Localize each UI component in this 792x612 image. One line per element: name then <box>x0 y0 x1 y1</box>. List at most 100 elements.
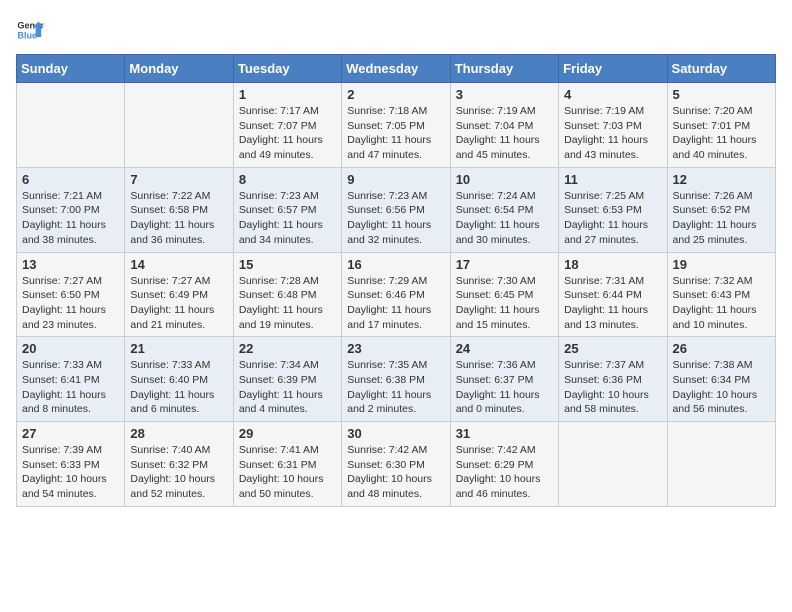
weekday-header: Wednesday <box>342 55 450 83</box>
day-number: 4 <box>564 87 661 102</box>
calendar-cell <box>667 422 775 507</box>
day-number: 31 <box>456 426 553 441</box>
day-info: Sunrise: 7:27 AM Sunset: 6:49 PM Dayligh… <box>130 274 227 333</box>
day-number: 20 <box>22 341 119 356</box>
calendar-cell: 28 Sunrise: 7:40 AM Sunset: 6:32 PM Dayli… <box>125 422 233 507</box>
calendar-cell: 10Sunrise: 7:24 AM Sunset: 6:54 PM Dayli… <box>450 167 558 252</box>
day-number: 23 <box>347 341 444 356</box>
day-info: Sunrise: 7:33 AM Sunset: 6:40 PM Dayligh… <box>130 358 227 417</box>
day-number: 5 <box>673 87 770 102</box>
calendar-cell: 4 Sunrise: 7:19 AM Sunset: 7:03 PM Daylig… <box>559 83 667 168</box>
calendar-cell: 18 Sunrise: 7:31 AM Sunset: 6:44 PM Dayli… <box>559 252 667 337</box>
calendar-week-row: 27 Sunrise: 7:39 AM Sunset: 6:33 PM Dayli… <box>17 422 776 507</box>
svg-text:Blue: Blue <box>17 30 37 40</box>
calendar-cell: 12 Sunrise: 7:26 AM Sunset: 6:52 PM Dayli… <box>667 167 775 252</box>
day-info: Sunrise: 7:37 AM Sunset: 6:36 PM Dayligh… <box>564 358 661 417</box>
day-info: Sunrise: 7:38 AM Sunset: 6:34 PM Dayligh… <box>673 358 770 417</box>
day-info: Sunrise: 7:29 AM Sunset: 6:46 PM Dayligh… <box>347 274 444 333</box>
calendar-cell: 17Sunrise: 7:30 AM Sunset: 6:45 PM Dayli… <box>450 252 558 337</box>
calendar-cell: 1 Sunrise: 7:17 AM Sunset: 7:07 PM Daylig… <box>233 83 341 168</box>
day-number: 30 <box>347 426 444 441</box>
day-info: Sunrise: 7:17 AM Sunset: 7:07 PM Dayligh… <box>239 104 336 163</box>
day-info: Sunrise: 7:23 AM Sunset: 6:56 PM Dayligh… <box>347 189 444 248</box>
calendar-cell: 3 Sunrise: 7:19 AM Sunset: 7:04 PM Daylig… <box>450 83 558 168</box>
calendar-cell: 26 Sunrise: 7:38 AM Sunset: 6:34 PM Dayli… <box>667 337 775 422</box>
day-number: 18 <box>564 257 661 272</box>
logo: General Blue <box>16 16 44 44</box>
weekday-header: Friday <box>559 55 667 83</box>
day-info: Sunrise: 7:21 AM Sunset: 7:00 PM Dayligh… <box>22 189 119 248</box>
calendar-week-row: 13Sunrise: 7:27 AM Sunset: 6:50 PM Dayli… <box>17 252 776 337</box>
day-number: 10 <box>456 172 553 187</box>
calendar-cell: 14 Sunrise: 7:27 AM Sunset: 6:49 PM Dayli… <box>125 252 233 337</box>
day-info: Sunrise: 7:31 AM Sunset: 6:44 PM Dayligh… <box>564 274 661 333</box>
day-info: Sunrise: 7:27 AM Sunset: 6:50 PM Dayligh… <box>22 274 119 333</box>
day-number: 16 <box>347 257 444 272</box>
weekday-header: Thursday <box>450 55 558 83</box>
day-info: Sunrise: 7:42 AM Sunset: 6:30 PM Dayligh… <box>347 443 444 502</box>
weekday-header: Monday <box>125 55 233 83</box>
day-info: Sunrise: 7:25 AM Sunset: 6:53 PM Dayligh… <box>564 189 661 248</box>
day-info: Sunrise: 7:20 AM Sunset: 7:01 PM Dayligh… <box>673 104 770 163</box>
day-number: 26 <box>673 341 770 356</box>
day-number: 21 <box>130 341 227 356</box>
calendar-cell: 20 Sunrise: 7:33 AM Sunset: 6:41 PM Dayli… <box>17 337 125 422</box>
day-info: Sunrise: 7:19 AM Sunset: 7:03 PM Dayligh… <box>564 104 661 163</box>
logo-icon: General Blue <box>16 16 44 44</box>
day-number: 27 <box>22 426 119 441</box>
day-number: 28 <box>130 426 227 441</box>
calendar-cell: 16 Sunrise: 7:29 AM Sunset: 6:46 PM Dayli… <box>342 252 450 337</box>
calendar-cell <box>125 83 233 168</box>
day-info: Sunrise: 7:36 AM Sunset: 6:37 PM Dayligh… <box>456 358 553 417</box>
calendar-cell: 22 Sunrise: 7:34 AM Sunset: 6:39 PM Dayli… <box>233 337 341 422</box>
day-info: Sunrise: 7:35 AM Sunset: 6:38 PM Dayligh… <box>347 358 444 417</box>
calendar-cell <box>559 422 667 507</box>
day-number: 14 <box>130 257 227 272</box>
page-header: General Blue <box>16 16 776 44</box>
day-info: Sunrise: 7:33 AM Sunset: 6:41 PM Dayligh… <box>22 358 119 417</box>
calendar-cell: 15Sunrise: 7:28 AM Sunset: 6:48 PM Dayli… <box>233 252 341 337</box>
day-number: 6 <box>22 172 119 187</box>
day-info: Sunrise: 7:40 AM Sunset: 6:32 PM Dayligh… <box>130 443 227 502</box>
day-info: Sunrise: 7:41 AM Sunset: 6:31 PM Dayligh… <box>239 443 336 502</box>
calendar-cell: 6 Sunrise: 7:21 AM Sunset: 7:00 PM Daylig… <box>17 167 125 252</box>
day-info: Sunrise: 7:26 AM Sunset: 6:52 PM Dayligh… <box>673 189 770 248</box>
calendar-cell: 7Sunrise: 7:22 AM Sunset: 6:58 PM Daylig… <box>125 167 233 252</box>
day-info: Sunrise: 7:19 AM Sunset: 7:04 PM Dayligh… <box>456 104 553 163</box>
calendar-week-row: 1 Sunrise: 7:17 AM Sunset: 7:07 PM Daylig… <box>17 83 776 168</box>
day-number: 7 <box>130 172 227 187</box>
weekday-header: Tuesday <box>233 55 341 83</box>
calendar-week-row: 6 Sunrise: 7:21 AM Sunset: 7:00 PM Daylig… <box>17 167 776 252</box>
day-number: 11 <box>564 172 661 187</box>
day-info: Sunrise: 7:23 AM Sunset: 6:57 PM Dayligh… <box>239 189 336 248</box>
calendar-cell: 8 Sunrise: 7:23 AM Sunset: 6:57 PM Daylig… <box>233 167 341 252</box>
day-info: Sunrise: 7:30 AM Sunset: 6:45 PM Dayligh… <box>456 274 553 333</box>
day-info: Sunrise: 7:39 AM Sunset: 6:33 PM Dayligh… <box>22 443 119 502</box>
day-number: 9 <box>347 172 444 187</box>
calendar-cell <box>17 83 125 168</box>
day-number: 2 <box>347 87 444 102</box>
calendar-table: SundayMondayTuesdayWednesdayThursdayFrid… <box>16 54 776 507</box>
calendar-cell: 23 Sunrise: 7:35 AM Sunset: 6:38 PM Dayli… <box>342 337 450 422</box>
day-number: 25 <box>564 341 661 356</box>
day-info: Sunrise: 7:18 AM Sunset: 7:05 PM Dayligh… <box>347 104 444 163</box>
day-number: 19 <box>673 257 770 272</box>
calendar-cell: 13Sunrise: 7:27 AM Sunset: 6:50 PM Dayli… <box>17 252 125 337</box>
day-info: Sunrise: 7:34 AM Sunset: 6:39 PM Dayligh… <box>239 358 336 417</box>
day-info: Sunrise: 7:32 AM Sunset: 6:43 PM Dayligh… <box>673 274 770 333</box>
day-number: 24 <box>456 341 553 356</box>
weekday-header-row: SundayMondayTuesdayWednesdayThursdayFrid… <box>17 55 776 83</box>
day-number: 1 <box>239 87 336 102</box>
calendar-cell: 21 Sunrise: 7:33 AM Sunset: 6:40 PM Dayli… <box>125 337 233 422</box>
calendar-cell: 25 Sunrise: 7:37 AM Sunset: 6:36 PM Dayli… <box>559 337 667 422</box>
day-number: 15 <box>239 257 336 272</box>
calendar-cell: 30 Sunrise: 7:42 AM Sunset: 6:30 PM Dayli… <box>342 422 450 507</box>
calendar-week-row: 20 Sunrise: 7:33 AM Sunset: 6:41 PM Dayli… <box>17 337 776 422</box>
day-number: 12 <box>673 172 770 187</box>
day-number: 8 <box>239 172 336 187</box>
calendar-cell: 24 Sunrise: 7:36 AM Sunset: 6:37 PM Dayli… <box>450 337 558 422</box>
day-number: 22 <box>239 341 336 356</box>
calendar-cell: 11 Sunrise: 7:25 AM Sunset: 6:53 PM Dayli… <box>559 167 667 252</box>
day-number: 29 <box>239 426 336 441</box>
day-number: 3 <box>456 87 553 102</box>
